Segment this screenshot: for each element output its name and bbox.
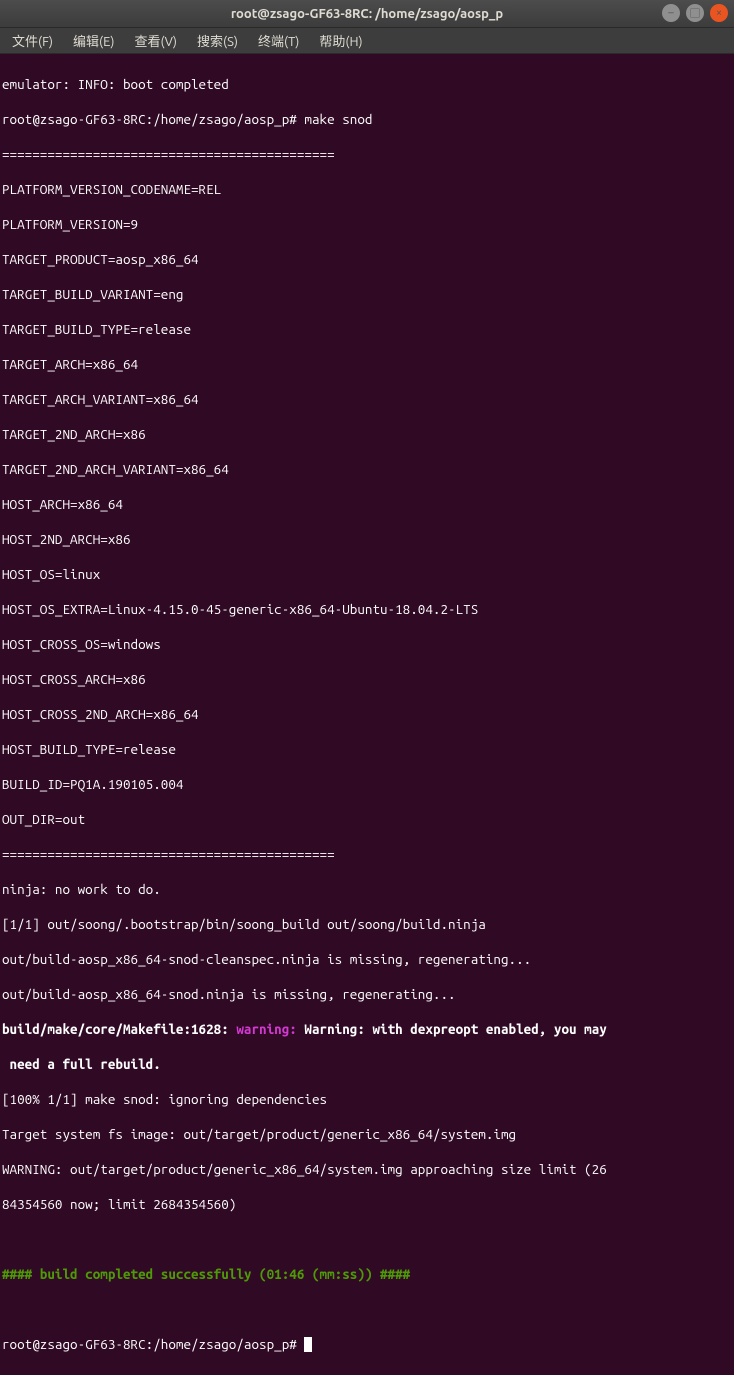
env-line: HOST_OS_EXTRA=Linux-4.15.0-45-generic-x8… (2, 601, 732, 619)
env-line: TARGET_ARCH_VARIANT=x86_64 (2, 391, 732, 409)
menu-search[interactable]: 搜索(S) (189, 28, 246, 53)
output-line: out/build-aosp_x86_64-snod.ninja is miss… (2, 986, 732, 1004)
output-line: 84354560 now; limit 2684354560) (2, 1196, 732, 1214)
blank-line (2, 1301, 732, 1319)
env-line: HOST_CROSS_OS=windows (2, 636, 732, 654)
menu-help[interactable]: 帮助(H) (311, 28, 370, 53)
output-line: [1/1] out/soong/.bootstrap/bin/soong_bui… (2, 916, 732, 934)
window-title: root@zsago-GF63-8RC: /home/zsago/aosp_p (231, 7, 503, 21)
output-line: emulator: INFO: boot completed (2, 76, 732, 94)
cursor-icon (304, 1337, 312, 1352)
blank-line (2, 1231, 732, 1249)
env-line: HOST_ARCH=x86_64 (2, 496, 732, 514)
env-line: BUILD_ID=PQ1A.190105.004 (2, 776, 732, 794)
env-line: TARGET_PRODUCT=aosp_x86_64 (2, 251, 732, 269)
prompt-line: root@zsago-GF63-8RC:/home/zsago/aosp_p# … (2, 111, 732, 129)
env-line: TARGET_2ND_ARCH=x86 (2, 426, 732, 444)
window-controls: – □ × (662, 4, 728, 22)
prompt-line: root@zsago-GF63-8RC:/home/zsago/aosp_p# (2, 1336, 732, 1354)
menu-view[interactable]: 查看(V) (127, 28, 185, 53)
env-line: HOST_BUILD_TYPE=release (2, 741, 732, 759)
env-line: PLATFORM_VERSION=9 (2, 216, 732, 234)
menu-file[interactable]: 文件(F) (4, 28, 61, 53)
output-line: out/build-aosp_x86_64-snod-cleanspec.nin… (2, 951, 732, 969)
close-button[interactable]: × (710, 4, 728, 22)
env-line: HOST_CROSS_2ND_ARCH=x86_64 (2, 706, 732, 724)
menubar: 文件(F) 编辑(E) 查看(V) 搜索(S) 终端(T) 帮助(H) (0, 28, 734, 54)
output-line: [100% 1/1] make snod: ignoring dependenc… (2, 1091, 732, 1109)
env-line: HOST_CROSS_ARCH=x86 (2, 671, 732, 689)
env-line: TARGET_2ND_ARCH_VARIANT=x86_64 (2, 461, 732, 479)
output-line: ninja: no work to do. (2, 881, 732, 899)
env-line: TARGET_BUILD_VARIANT=eng (2, 286, 732, 304)
minimize-button[interactable]: – (662, 4, 680, 22)
output-line: Target system fs image: out/target/produ… (2, 1126, 732, 1144)
env-line: PLATFORM_VERSION_CODENAME=REL (2, 181, 732, 199)
titlebar: root@zsago-GF63-8RC: /home/zsago/aosp_p … (0, 0, 734, 28)
warning-line: build/make/core/Makefile:1628: warning: … (2, 1021, 732, 1039)
menu-edit[interactable]: 编辑(E) (65, 28, 122, 53)
maximize-button[interactable]: □ (686, 4, 704, 22)
terminal-area[interactable]: emulator: INFO: boot completed root@zsag… (0, 54, 734, 1375)
env-line: OUT_DIR=out (2, 811, 732, 829)
env-line: TARGET_BUILD_TYPE=release (2, 321, 732, 339)
warning-line: need a full rebuild. (2, 1056, 732, 1074)
output-line: WARNING: out/target/product/generic_x86_… (2, 1161, 732, 1179)
success-line: #### build completed successfully (01:46… (2, 1266, 732, 1284)
env-line: TARGET_ARCH=x86_64 (2, 356, 732, 374)
env-line: HOST_2ND_ARCH=x86 (2, 531, 732, 549)
separator-line: ========================================… (2, 146, 732, 164)
separator-line: ========================================… (2, 846, 732, 864)
env-line: HOST_OS=linux (2, 566, 732, 584)
menu-terminal[interactable]: 终端(T) (250, 28, 307, 53)
